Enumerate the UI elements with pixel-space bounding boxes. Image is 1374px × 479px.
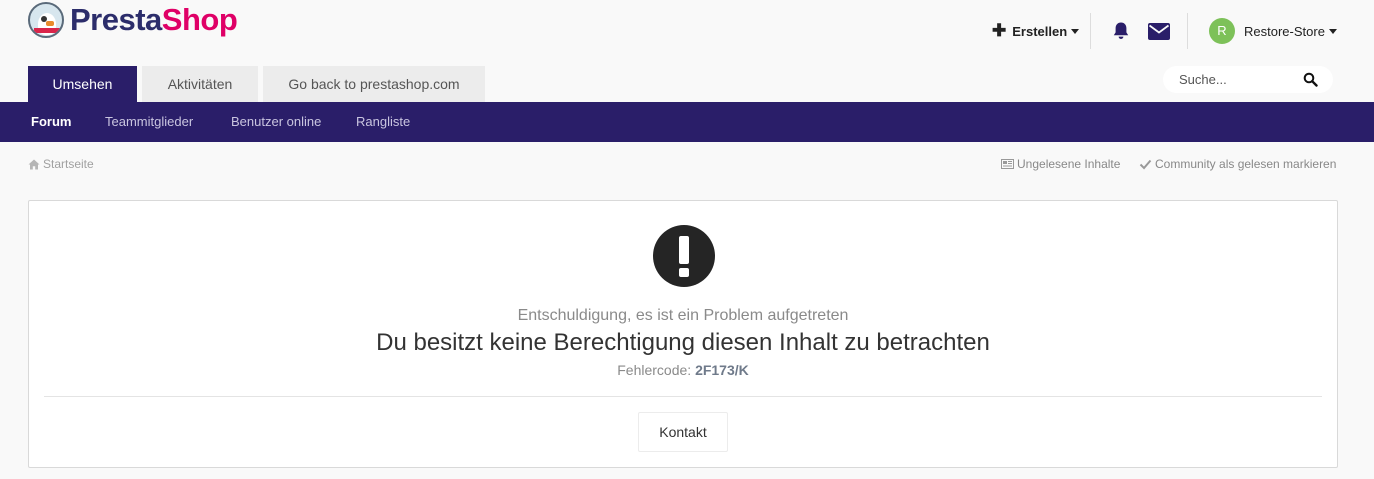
card-divider [44, 396, 1322, 397]
user-menu[interactable]: Restore-Store [1244, 24, 1337, 39]
create-label: Erstellen [1012, 23, 1068, 39]
exclamation-icon [653, 225, 715, 287]
nav-item-teammitglieder[interactable]: Teammitglieder [105, 102, 193, 142]
user-avatar[interactable]: R [1209, 18, 1235, 44]
tab-aktivitaeten[interactable]: Aktivitäten [142, 66, 258, 102]
caret-down-icon [1071, 28, 1080, 34]
logo-text: PrestaShop [70, 2, 238, 37]
breadcrumb[interactable]: Startseite [28, 157, 94, 171]
error-subtitle: Entschuldigung, es ist ein Problem aufge… [517, 307, 849, 324]
error-message: Du besitzt keine Berechtigung diesen Inh… [376, 329, 990, 356]
newspaper-icon [1001, 159, 1014, 169]
error-code: Fehlercode: 2F173/K [29, 362, 1337, 378]
check-icon [1139, 159, 1152, 170]
unread-content-label: Ungelesene Inhalte [1017, 157, 1121, 171]
envelope-icon[interactable] [1148, 23, 1170, 40]
tab-go-back-prestashop[interactable]: Go back to prestashop.com [263, 66, 485, 102]
penguin-logo-icon [28, 2, 64, 38]
caret-down-icon [1328, 29, 1337, 34]
mark-read-link[interactable]: Community als gelesen markieren [1139, 157, 1336, 171]
secondary-nav: Forum Teammitglieder Benutzer online Ran… [0, 102, 1374, 142]
search-icon[interactable] [1303, 72, 1318, 87]
user-name: Restore-Store [1244, 24, 1325, 39]
search-box [1163, 66, 1333, 93]
header-divider [1187, 13, 1188, 49]
plus-icon: ✚ [992, 21, 1007, 40]
header-divider [1090, 13, 1091, 49]
site-header: PrestaShop ✚ Erstellen R Restore-Store [0, 0, 1374, 66]
nav-item-benutzer-online[interactable]: Benutzer online [231, 102, 321, 142]
contact-button[interactable]: Kontakt [638, 412, 728, 452]
search-input[interactable] [1179, 71, 1299, 88]
home-icon [28, 159, 40, 169]
breadcrumb-home: Startseite [43, 157, 94, 171]
mark-read-label: Community als gelesen markieren [1155, 157, 1337, 171]
nav-item-forum[interactable]: Forum [31, 102, 71, 142]
error-card: Entschuldigung, es ist ein Problem aufge… [28, 200, 1338, 468]
error-code-label: Fehlercode: [617, 362, 692, 378]
nav-item-rangliste[interactable]: Rangliste [356, 102, 410, 142]
create-button[interactable]: ✚ Erstellen [992, 21, 1080, 40]
bell-icon[interactable] [1111, 21, 1131, 41]
tab-umsehen[interactable]: Umsehen [28, 66, 137, 102]
prestashop-logo[interactable]: PrestaShop [28, 1, 238, 39]
error-code-value: 2F173/K [695, 362, 749, 378]
unread-content-link[interactable]: Ungelesene Inhalte [1001, 157, 1120, 171]
